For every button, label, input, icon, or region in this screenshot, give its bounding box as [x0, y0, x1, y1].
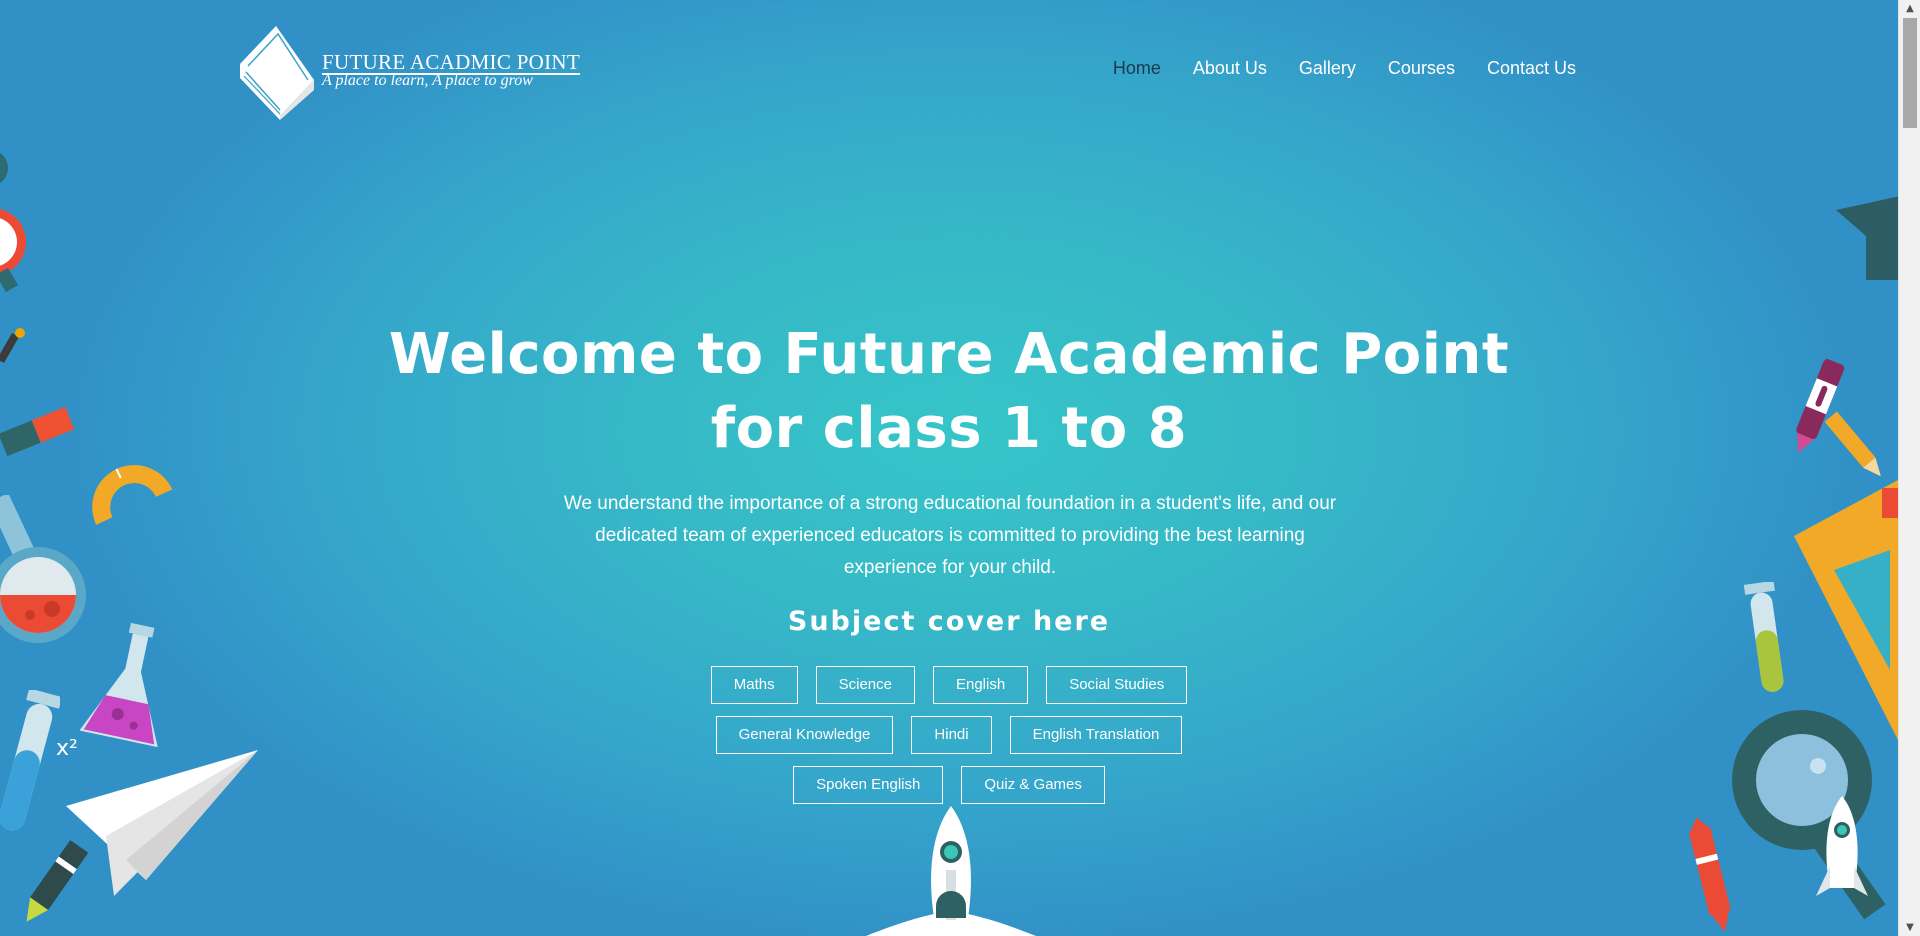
hero-description: We understand the importance of a strong…	[563, 493, 1337, 578]
nav-home[interactable]: Home	[1113, 58, 1161, 79]
scroll-down-icon[interactable]: ▼	[1899, 919, 1920, 936]
hero-title-line-2: for class 1 to 8	[710, 396, 1188, 461]
subject-tag-general-knowledge[interactable]: General Knowledge	[715, 716, 894, 754]
subject-tag-english[interactable]: English	[932, 666, 1029, 704]
subject-tag-maths[interactable]: Maths	[710, 666, 798, 704]
nav-contact-us[interactable]: Contact Us	[1487, 58, 1576, 79]
hero-title: Welcome to Future Academic Point for cla…	[0, 318, 1898, 466]
crayon-icon	[26, 840, 89, 922]
subject-tag-english-translation[interactable]: English Translation	[1009, 716, 1183, 754]
subject-row: General Knowledge Hindi English Translat…	[0, 716, 1898, 754]
nav-gallery[interactable]: Gallery	[1299, 58, 1356, 79]
nav-about-us[interactable]: About Us	[1193, 58, 1267, 79]
subjects-heading: Subject cover here	[787, 606, 1111, 637]
nav-courses[interactable]: Courses	[1388, 58, 1455, 79]
main-nav: Home About Us Gallery Courses Contact Us	[1081, 58, 1576, 79]
brand-tagline: A place to learn, A place to grow	[322, 72, 533, 89]
page: x² FUTURE ACADMIC POINT A place to learn…	[0, 0, 1898, 936]
crayon-icon	[1688, 817, 1731, 933]
graduation-cap-icon	[1836, 196, 1898, 280]
subject-tag-hindi[interactable]: Hindi	[911, 716, 992, 754]
scrollbar-thumb[interactable]	[1903, 18, 1917, 128]
subject-tag-quiz-games[interactable]: Quiz & Games	[961, 766, 1105, 804]
subject-tag-science[interactable]: Science	[815, 666, 915, 704]
subject-row: Spoken English Quiz & Games	[0, 766, 1898, 804]
scroll-up-icon[interactable]: ▲	[1899, 0, 1920, 17]
subject-tag-social-studies[interactable]: Social Studies	[1046, 666, 1188, 704]
logo[interactable]: FUTURE ACADMIC POINT A place to learn, A…	[236, 24, 596, 120]
book-logo-icon	[240, 26, 314, 120]
rocket-icon	[866, 806, 1036, 936]
subject-tag-spoken-english[interactable]: Spoken English	[793, 766, 944, 804]
small-rocket-icon	[1816, 796, 1868, 896]
alarm-clock-icon	[0, 153, 26, 293]
page-scrollbar[interactable]: ▲ ▼	[1898, 0, 1920, 936]
subject-row: Maths Science English Social Studies	[0, 666, 1898, 704]
hero-title-line-1: Welcome to Future Academic Point	[388, 322, 1510, 387]
